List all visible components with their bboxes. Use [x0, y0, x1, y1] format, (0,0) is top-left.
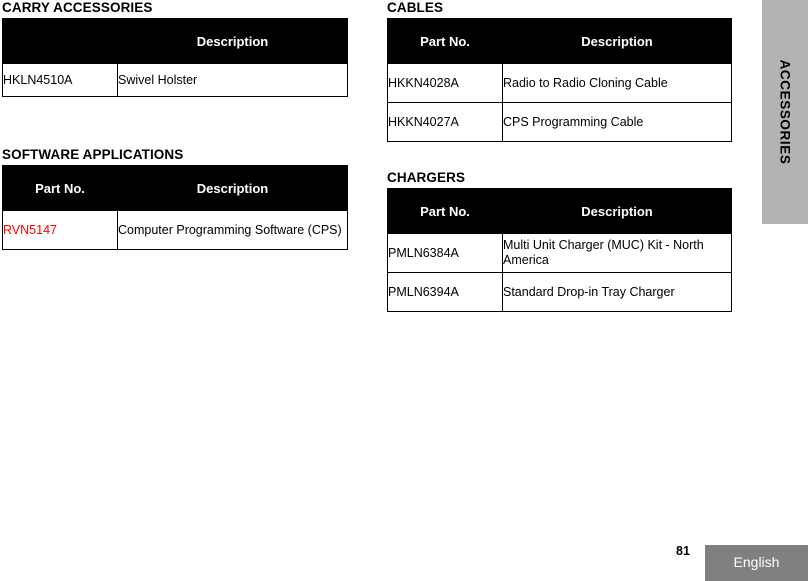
column-header-part-no: Part No. — [387, 188, 503, 234]
cell-description: Computer Programming Software (CPS) — [117, 210, 348, 250]
column-header-description: Description — [502, 188, 732, 234]
document-page: CARRY ACCESSORIES Description HKLN4510A … — [0, 0, 808, 581]
language-label: English — [733, 554, 780, 570]
side-tab-accessories: ACCESSORIES — [762, 0, 808, 224]
left-column: CARRY ACCESSORIES Description HKLN4510A … — [2, 0, 348, 250]
cell-part-no: HKKN4027A — [387, 102, 503, 142]
cell-part-no: PMLN6394A — [387, 272, 503, 312]
section-title-chargers: CHARGERS — [387, 170, 466, 185]
table-header-cables: Part No. Description — [387, 18, 732, 64]
language-badge: English — [705, 545, 808, 581]
cell-part-no: HKLN4510A — [2, 63, 118, 97]
cell-description: Standard Drop-in Tray Charger — [502, 272, 732, 312]
table-row: HKKN4028A Radio to Radio Cloning Cable — [387, 63, 732, 103]
table-software-applications: Part No. Description RVN5147 Computer Pr… — [2, 165, 348, 250]
cell-description: Multi Unit Charger (MUC) Kit - North Ame… — [502, 233, 732, 273]
table-row: HKKN4027A CPS Programming Cable — [387, 102, 732, 142]
table-header-row: Part No. Description — [387, 188, 732, 234]
column-header-description: Description — [502, 18, 732, 64]
section-title-cables: CABLES — [387, 0, 444, 15]
column-header-part-no: Part No. — [2, 165, 118, 211]
section-software-applications: SOFTWARE APPLICATIONS Part No. Descripti… — [2, 147, 348, 250]
cell-description: Radio to Radio Cloning Cable — [502, 63, 732, 103]
table-header-row: Part No. Description — [2, 165, 348, 211]
table-header-row: Description — [2, 18, 348, 64]
column-header-part-no — [2, 18, 118, 64]
right-column: CABLES Part No. Description HKKN4028A Ra… — [387, 0, 732, 312]
section-chargers: CHARGERS Part No. Description PMLN6384A … — [387, 170, 732, 312]
cell-part-no: PMLN6384A — [387, 233, 503, 273]
section-carry-accessories: CARRY ACCESSORIES Description HKLN4510A … — [2, 0, 348, 97]
table-header-carry: Description — [2, 18, 348, 64]
table-body-chargers: PMLN6384A Multi Unit Charger (MUC) Kit -… — [387, 233, 732, 312]
section-cables: CABLES Part No. Description HKKN4028A Ra… — [387, 0, 732, 142]
table-cables: Part No. Description HKKN4028A Radio to … — [387, 18, 732, 142]
table-row: RVN5147 Computer Programming Software (C… — [2, 210, 348, 250]
column-header-description: Description — [117, 18, 348, 64]
table-chargers: Part No. Description PMLN6384A Multi Uni… — [387, 188, 732, 312]
table-body-software: RVN5147 Computer Programming Software (C… — [2, 210, 348, 250]
table-body-cables: HKKN4028A Radio to Radio Cloning Cable H… — [387, 63, 732, 142]
cell-part-no: RVN5147 — [2, 210, 118, 250]
cell-description: CPS Programming Cable — [502, 102, 732, 142]
section-title-carry-accessories: CARRY ACCESSORIES — [2, 0, 153, 15]
page-number: 81 — [676, 544, 690, 558]
section-title-software-applications: SOFTWARE APPLICATIONS — [2, 147, 184, 162]
table-header-chargers: Part No. Description — [387, 188, 732, 234]
table-header-software: Part No. Description — [2, 165, 348, 211]
table-row: HKLN4510A Swivel Holster — [2, 63, 348, 97]
cell-part-no: HKKN4028A — [387, 63, 503, 103]
table-body-carry: HKLN4510A Swivel Holster — [2, 63, 348, 97]
table-row: PMLN6394A Standard Drop-in Tray Charger — [387, 272, 732, 312]
column-header-part-no: Part No. — [387, 18, 503, 64]
side-tab-label: ACCESSORIES — [777, 59, 793, 165]
table-row: PMLN6384A Multi Unit Charger (MUC) Kit -… — [387, 233, 732, 273]
column-header-description: Description — [117, 165, 348, 211]
table-header-row: Part No. Description — [387, 18, 732, 64]
table-carry-accessories: Description HKLN4510A Swivel Holster — [2, 18, 348, 97]
cell-description: Swivel Holster — [117, 63, 348, 97]
